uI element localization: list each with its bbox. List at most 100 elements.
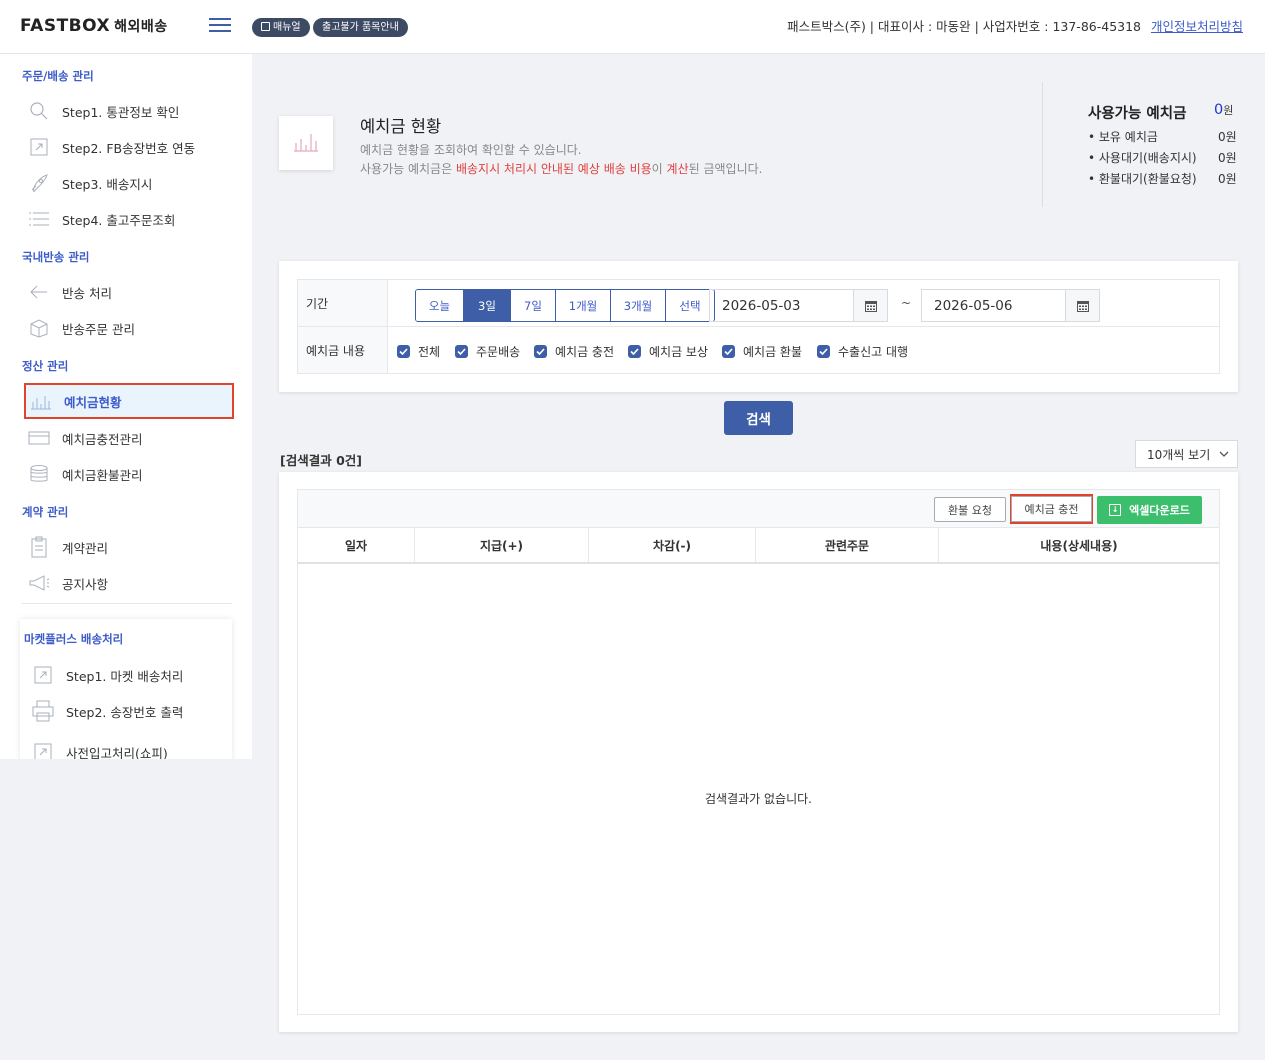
section-title-settlement: 정산 관리 (22, 359, 69, 373)
sidebar-item-deposit-charge[interactable]: 예치금충전관리 (28, 423, 233, 453)
unshippable-items-button[interactable]: 출고불가 품목안내 (313, 18, 408, 37)
calendar-icon[interactable] (1065, 290, 1099, 321)
column-header-debit[interactable]: 차감(-) (589, 528, 756, 562)
checkbox-label: 주문배송 (476, 345, 521, 359)
page-title: 예치금 현황 (360, 117, 442, 136)
sidebar-divider (22, 603, 232, 604)
checkbox-deposit-compensation[interactable]: 예치금 보상 (628, 343, 708, 360)
section-title-contract: 계약 관리 (22, 505, 69, 519)
checkbox-order-shipping[interactable]: 주문배송 (455, 343, 520, 360)
checkbox-deposit-charge[interactable]: 예치금 충전 (534, 343, 614, 360)
column-header-details[interactable]: 내용(상세내용) (939, 528, 1219, 562)
privacy-policy-link[interactable]: 개인정보처리방침 (1151, 16, 1243, 35)
balance-value: 0원 (1218, 130, 1237, 144)
link-icon (32, 665, 54, 685)
period-7days-button[interactable]: 7일 (511, 290, 556, 321)
available-deposit-title: 사용가능 예치금 (1088, 106, 1187, 122)
sidebar-item-invoice-print[interactable]: Step2. 송장번호 출력 (32, 696, 237, 726)
sidebar-item-label: Step2. 송장번호 출력 (66, 704, 184, 720)
hamburger-menu-icon[interactable] (209, 18, 231, 32)
balance-label: • 사용대기(배송지시) (1088, 151, 1197, 165)
period-3days-button[interactable]: 3일 (464, 290, 511, 321)
balance-row-pending-shipping: • 사용대기(배송지시) 0원 (1088, 149, 1238, 166)
sidebar-item-return-process[interactable]: 반송 처리 (28, 277, 233, 307)
sidebar-item-label: 계약관리 (62, 540, 109, 556)
sidebar-item-outbound-lookup[interactable]: Step4. 출고주문조회 (28, 204, 233, 234)
card-icon (28, 428, 50, 448)
coins-icon (28, 464, 50, 484)
column-header-credit[interactable]: 지급(+) (415, 528, 589, 562)
checkbox-label: 예치금 보상 (649, 345, 709, 359)
checkmark-icon (534, 345, 547, 358)
page-icon-box (279, 116, 333, 170)
sidebar-item-shipping-order[interactable]: Step3. 배송지시 (28, 168, 233, 198)
deposit-amount: 0 (1214, 102, 1224, 118)
checkmark-icon (397, 345, 410, 358)
page-size-select[interactable]: 10개씩 보기 (1135, 440, 1238, 468)
balance-row-held: • 보유 예치금 0원 (1088, 128, 1238, 145)
date-from-field[interactable]: 2026-05-03 (709, 289, 888, 322)
checkbox-all[interactable]: 전체 (397, 343, 440, 360)
date-to-field[interactable]: 2026-05-06 (921, 289, 1100, 322)
period-today-button[interactable]: 오늘 (416, 290, 464, 321)
deposit-charge-button[interactable]: 예치금 충전 (1010, 494, 1093, 524)
sidebar-item-deposit-refund[interactable]: 예치금환불관리 (28, 459, 233, 489)
page-description-note: 사용가능 예치금은 배송지시 처리시 안내된 예상 배송 비용이 계산된 금액입… (360, 160, 763, 177)
available-deposit-value: 0원 (1214, 102, 1233, 118)
empty-result-message: 검색결과가 없습니다. (705, 792, 812, 806)
checkbox-export-declaration[interactable]: 수출신고 대행 (817, 343, 908, 360)
sidebar-item-label: Step4. 출고주문조회 (62, 212, 176, 228)
sidebar-item-label: Step3. 배송지시 (62, 176, 153, 192)
filter-panel: 기간 오늘 3일 7일 1개월 3개월 선택 2026-05-03 ~ 2026… (279, 261, 1238, 392)
manual-label: 매뉴얼 (273, 22, 301, 33)
printer-icon (32, 700, 54, 722)
sidebar-item-pre-receiving[interactable]: 사전입고처리(쇼피) (32, 737, 237, 759)
sidebar-item-return-orders[interactable]: 반송주문 관리 (28, 313, 233, 343)
note-highlight: 계산 (666, 162, 689, 176)
sidebar-item-contract[interactable]: 계약관리 (28, 532, 233, 562)
balance-row-pending-refund: • 환불대기(환불요청) 0원 (1088, 170, 1238, 187)
period-1month-button[interactable]: 1개월 (556, 290, 611, 321)
logo[interactable]: FASTBOX 해외배송 (20, 16, 168, 36)
sidebar-item-notice[interactable]: 공지사항 (28, 568, 233, 598)
period-custom-button[interactable]: 선택 (666, 290, 714, 321)
manual-button[interactable]: 매뉴얼 (252, 18, 310, 37)
sidebar-item-customs-check[interactable]: Step1. 통관정보 확인 (28, 96, 233, 126)
sidebar-item-market-shipping[interactable]: Step1. 마켓 배송처리 (32, 660, 237, 690)
checkmark-icon (817, 345, 830, 358)
list-icon (28, 209, 50, 229)
column-header-related-order[interactable]: 관련주문 (756, 528, 939, 562)
page-description: 예치금 현황을 조회하여 확인할 수 있습니다. (360, 143, 582, 157)
checkbox-deposit-refund[interactable]: 예치금 환불 (722, 343, 802, 360)
checkbox-label: 예치금 환불 (743, 345, 803, 359)
balance-value: 0원 (1218, 172, 1237, 186)
deposit-charge-label: 예치금 충전 (1011, 496, 1092, 522)
sidebar-item-label: 공지사항 (62, 576, 109, 592)
rocket-icon (28, 173, 50, 193)
section-title-return: 국내반송 관리 (22, 250, 90, 264)
document-icon (261, 22, 270, 31)
sidebar-item-label: Step2. FB송장번호 연동 (62, 140, 196, 156)
sidebar-item-deposit-status[interactable]: 예치금현황 (24, 383, 234, 419)
sidebar-item-label: 예치금충전관리 (62, 431, 143, 447)
sidebar-item-label: 사전입고처리(쇼피) (66, 745, 168, 760)
column-header-date[interactable]: 일자 (298, 528, 415, 562)
sidebar-item-label: 반송주문 관리 (62, 321, 135, 337)
sidebar-item-fb-invoice[interactable]: Step2. FB송장번호 연동 (28, 132, 233, 162)
period-3months-button[interactable]: 3개월 (611, 290, 666, 321)
logo-sub: 해외배송 (114, 19, 168, 35)
date-from-value: 2026-05-03 (722, 297, 801, 314)
result-count: [검색결과 0건] (280, 453, 362, 468)
sidebar-item-label: 예치금환불관리 (62, 467, 143, 483)
period-label: 기간 (298, 280, 388, 326)
logo-text: FASTBOX (20, 16, 111, 36)
bar-chart-icon (30, 391, 52, 411)
refund-request-button[interactable]: 환불 요청 (934, 497, 1006, 522)
search-icon (28, 101, 50, 121)
megaphone-icon (28, 573, 50, 593)
excel-download-button[interactable]: ↓ 엑셀다운로드 (1097, 496, 1202, 524)
calendar-icon[interactable] (853, 290, 887, 321)
search-button[interactable]: 검색 (724, 401, 793, 435)
checkbox-label: 예치금 충전 (555, 345, 615, 359)
period-segmented-control: 오늘 3일 7일 1개월 3개월 선택 (415, 289, 715, 322)
